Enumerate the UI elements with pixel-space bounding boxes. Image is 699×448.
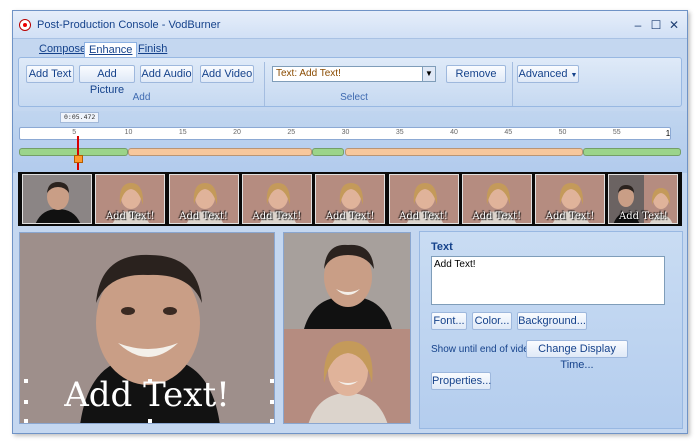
- thumbnail-frame[interactable]: Add Text!: [608, 174, 679, 224]
- ruler-tick-label: 55: [612, 129, 621, 136]
- resize-handle[interactable]: [270, 419, 274, 423]
- text-properties-panel: Text Add Text! Font... Color... Backgrou…: [419, 231, 683, 429]
- thumbnail-frame[interactable]: Add Text!: [388, 174, 459, 224]
- ruler-tick-label: 45: [504, 129, 513, 136]
- ruler-tick-label: 35: [395, 129, 404, 136]
- clip-segment[interactable]: [583, 148, 681, 156]
- clip-segment[interactable]: [311, 148, 345, 156]
- thumbnail-frame[interactable]: Add Text!: [241, 174, 312, 224]
- advanced-button[interactable]: Advanced ▼: [517, 65, 579, 83]
- change-display-time-button[interactable]: Change Display Time...: [526, 340, 628, 371]
- clip-track[interactable]: [19, 148, 681, 156]
- background-button[interactable]: Background...: [517, 312, 587, 330]
- ruler-tick-label: 40: [450, 129, 458, 136]
- close-button[interactable]: ✕: [667, 18, 681, 32]
- ruler-tick-label: 20: [233, 129, 241, 136]
- thumbnail-strip: Add Text! Add Text! Add Text! Add Text! Add …: [18, 172, 682, 226]
- clip-segment[interactable]: [127, 148, 312, 156]
- ruler-tick-label: 15: [178, 129, 187, 136]
- resize-handle[interactable]: [24, 400, 28, 404]
- ruler-end-label: 1: [665, 129, 671, 138]
- properties-title: Text: [431, 241, 453, 253]
- timeline: 0:05.472 1 5 10 15 20 25 30 35 40 45 50 55: [13, 111, 687, 173]
- clip-segment[interactable]: [344, 148, 584, 156]
- resize-handle[interactable]: [24, 419, 28, 423]
- add-video-button[interactable]: Add Video: [200, 65, 254, 83]
- add-audio-button[interactable]: Add Audio: [140, 65, 193, 83]
- thumbnail-caption: Add Text!: [252, 211, 302, 222]
- app-record-icon: [19, 19, 31, 31]
- thumbnail-caption: Add Text!: [619, 211, 668, 222]
- thumbnail-caption: Add Text!: [179, 211, 228, 222]
- ruler-tick-label: 5: [72, 129, 77, 136]
- minimize-button[interactable]: –: [631, 18, 645, 32]
- thumbnail-caption: Add Text!: [545, 211, 595, 222]
- thumbnail-caption: Add Text!: [325, 211, 375, 222]
- maximize-button[interactable]: ☐: [649, 18, 663, 32]
- chevron-down-icon[interactable]: ▼: [422, 67, 435, 81]
- thumbnail-frame[interactable]: Add Text!: [168, 174, 239, 224]
- thumbnail-frame[interactable]: Add Text!: [535, 174, 606, 224]
- overlay-text-input[interactable]: Add Text!: [431, 256, 665, 305]
- thumbnail-caption: Add Text!: [399, 211, 448, 222]
- object-select-value: Text: Add Text!: [276, 68, 341, 79]
- thumbnail-frame[interactable]: Add Text!: [95, 174, 166, 224]
- ruler-tick-label: 50: [558, 129, 567, 136]
- source-preview: [283, 232, 411, 424]
- ruler-tick-label: 25: [287, 129, 296, 136]
- video-preview[interactable]: Add Text!: [19, 232, 275, 424]
- resize-handle[interactable]: [24, 379, 28, 383]
- advanced-label: Advanced: [518, 68, 568, 80]
- window-title: Post-Production Console - VodBurner: [37, 19, 221, 31]
- app-window: Post-Production Console - VodBurner – ☐ …: [12, 10, 688, 434]
- playhead-handle[interactable]: [74, 155, 83, 163]
- ruler-tick-label: 30: [341, 129, 350, 136]
- resize-handle[interactable]: [148, 379, 152, 383]
- resize-handle[interactable]: [148, 419, 152, 423]
- thumbnail-frame[interactable]: Add Text!: [315, 174, 386, 224]
- display-duration-text: Show until end of video: [431, 344, 535, 355]
- thumbnail-caption: Add Text!: [472, 211, 522, 222]
- time-ruler[interactable]: 1 5 10 15 20 25 30 35 40 45 50 55: [19, 127, 671, 140]
- playhead[interactable]: [77, 136, 79, 170]
- add-picture-button[interactable]: Add Picture: [79, 65, 135, 96]
- ribbon-divider: [264, 62, 265, 106]
- remove-button[interactable]: Remove: [446, 65, 506, 83]
- color-button[interactable]: Color...: [472, 312, 512, 330]
- object-select[interactable]: Text: Add Text! ▼: [272, 66, 436, 82]
- resize-handle[interactable]: [270, 400, 274, 404]
- font-button[interactable]: Font...: [431, 312, 467, 330]
- thumbnail-frame[interactable]: [22, 174, 92, 224]
- thumbnail-caption: Add Text!: [105, 211, 155, 222]
- source-preview-image: [284, 233, 410, 423]
- overlay-text[interactable]: Add Text!: [20, 375, 274, 415]
- resize-handle[interactable]: [270, 379, 274, 383]
- properties-button[interactable]: Properties...: [431, 372, 491, 390]
- add-group-label: Add: [132, 92, 151, 103]
- current-time-readout: 0:05.472: [60, 112, 100, 123]
- dropdown-arrow-icon: ▼: [570, 72, 578, 79]
- ribbon-divider: [512, 62, 513, 106]
- ribbon: Add Text Add Picture Add Audio Add Video…: [18, 57, 682, 107]
- ruler-tick-label: 10: [124, 129, 133, 136]
- select-group-label: Select: [340, 92, 368, 103]
- thumbnail-frame[interactable]: Add Text!: [461, 174, 532, 224]
- title-bar: Post-Production Console - VodBurner – ☐ …: [13, 11, 687, 39]
- add-text-button[interactable]: Add Text: [26, 65, 74, 83]
